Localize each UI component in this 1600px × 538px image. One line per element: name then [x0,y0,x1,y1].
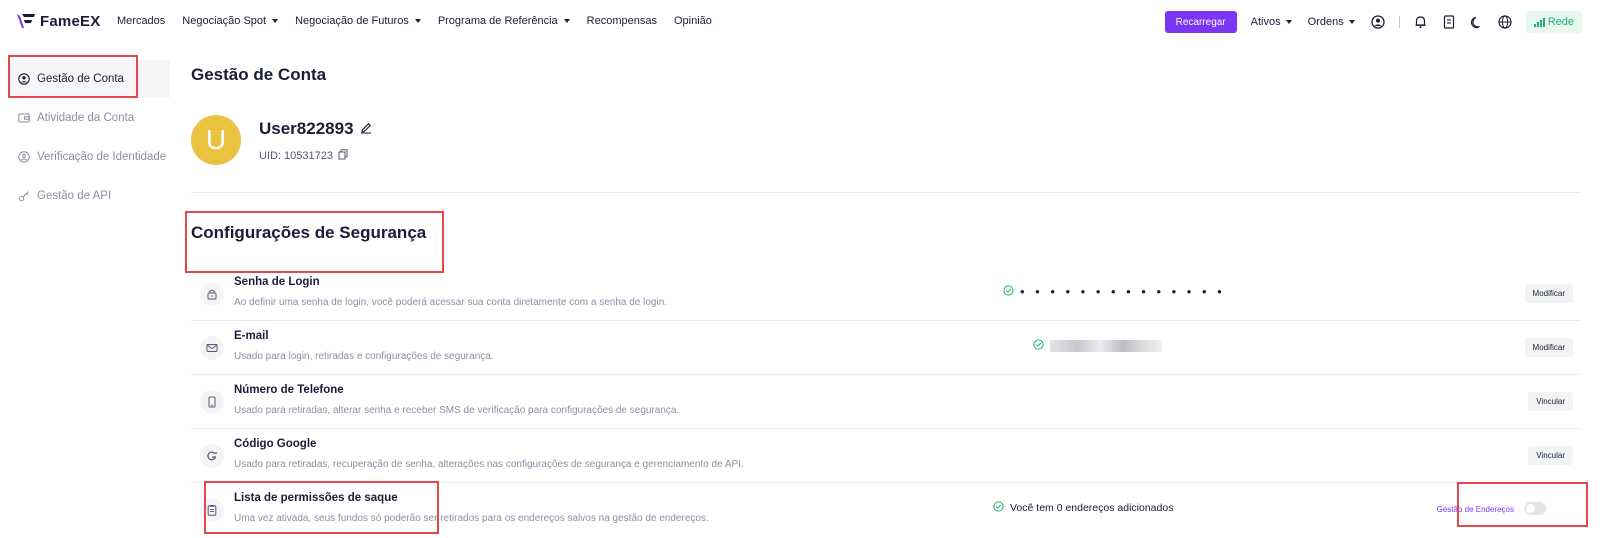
row-status: • • • • • • • • • • • • • • [1003,285,1225,299]
edit-icon[interactable] [360,119,372,139]
row-title: Senha de Login [234,276,320,288]
row-title: Lista de permissões de saque [234,492,398,504]
nav-label: Opinião [673,15,712,27]
bind-phone-button[interactable]: Vincular [1528,392,1573,411]
chevron-down-icon [1348,20,1355,24]
chevron-down-icon [414,19,421,23]
list-item-phone: Número de Telefone Usado para retiradas,… [191,375,1581,429]
logo[interactable]: FameEX [16,12,100,30]
orders-dropdown[interactable]: Ordens [1308,16,1355,28]
id-icon [18,151,30,163]
list-item-email: E-mail Usado para login, retiradas e con… [191,321,1581,375]
row-title: Número de Telefone [234,384,344,396]
google-icon [200,444,224,468]
row-title: Código Google [234,438,317,450]
sidebar-item-api-management[interactable]: Gestão de API [10,177,170,215]
username-text: User822893 [259,119,354,138]
main-menu: Mercados Negociação Spot Negociação de F… [117,15,712,27]
recharge-button[interactable]: Recarregar [1164,11,1237,33]
security-settings-list: Senha de Login Ao definir uma senha de l… [191,267,1581,537]
sidebar-item-label: Gestão de Conta [37,73,124,85]
nav-futures[interactable]: Negociação de Futuros [295,15,421,27]
nav-mercados[interactable]: Mercados [117,15,165,27]
avatar: U [191,115,241,165]
nav-referral[interactable]: Programa de Referência [438,15,570,27]
sidebar: Gestão de Conta Atividade da Conta Verif… [10,60,170,216]
network-label: Rede [1547,16,1574,28]
list-item-login-password: Senha de Login Ao definir uma senha de l… [191,267,1581,321]
document-icon[interactable] [1442,15,1456,29]
modify-email-button[interactable]: Modificar [1524,338,1573,357]
sidebar-item-account-management[interactable]: Gestão de Conta [10,60,170,98]
nav-spot[interactable]: Negociação Spot [182,15,279,27]
network-status-button[interactable]: Rede [1525,11,1582,33]
page-title: Gestão de Conta [191,65,327,84]
nav-label: Programa de Referência [437,15,558,27]
check-circle-icon [1003,285,1014,299]
nav-label: Mercados [117,15,166,27]
mail-icon [200,336,224,360]
row-description: Usado para retiradas, recuperação de sen… [234,459,744,470]
check-circle-icon [993,501,1004,515]
signal-icon [1533,17,1545,27]
nav-label: Negociação Spot [182,15,267,27]
sidebar-item-label: Atividade da Conta [37,112,135,124]
sidebar-item-label: Gestão de API [37,190,112,202]
row-status: Você tem 0 endereços adicionados [993,501,1173,515]
list-item-google-code: Código Google Usado para retiradas, recu… [191,429,1581,483]
orders-label: Ordens [1307,16,1344,28]
bind-google-button[interactable]: Vincular [1528,446,1573,465]
assets-label: Ativos [1250,16,1281,28]
bell-icon[interactable] [1414,15,1428,29]
clipboard-icon [200,498,224,522]
user-circle-icon [18,73,30,85]
assets-dropdown[interactable]: Ativos [1251,16,1292,28]
moon-icon[interactable] [1470,15,1484,29]
nav-right-actions: Recarregar Ativos Ordens Rede [1164,11,1582,33]
globe-icon[interactable] [1498,15,1512,29]
brand-name: FameEX [40,12,101,30]
copy-icon[interactable] [338,149,348,163]
row-description: Uma vez ativada, seus fundos só poderão … [234,513,709,524]
chevron-down-icon [272,19,279,23]
whitelist-toggle[interactable] [1524,502,1546,515]
masked-password: • • • • • • • • • • • • • • [1020,284,1226,299]
row-description: Usado para retiradas, alterar senha e re… [234,405,680,416]
check-circle-icon [1033,339,1044,353]
divider [1398,16,1400,28]
user-icon[interactable] [1371,15,1385,29]
fameex-logo-icon [17,14,35,28]
phone-icon [200,390,224,414]
nav-rewards[interactable]: Recompensas [587,15,657,27]
lock-icon [200,282,224,306]
row-status [1033,339,1162,353]
row-description: Ao definir uma senha de login, você pode… [234,297,668,308]
row-title: E-mail [234,330,269,342]
nav-label: Recompensas [586,15,657,27]
masked-email [1050,340,1162,352]
section-title-security: Configurações de Segurança [191,223,427,242]
nav-feedback[interactable]: Opinião [674,15,712,27]
key-icon [18,190,30,202]
nav-label: Negociação de Futuros [295,15,409,27]
username: User822893 [259,119,372,139]
section-divider [191,192,1581,193]
list-item-withdrawal-whitelist: Lista de permissões de saque Uma vez ati… [191,483,1581,537]
wallet-icon [18,112,30,124]
uid: UID: 10531723 [259,149,348,163]
sidebar-item-label: Verificação de Identidade [37,151,167,163]
row-description: Usado para login, retiradas e configuraç… [234,351,494,362]
address-count-text: Você tem 0 endereços adicionados [1010,502,1174,514]
modify-password-button[interactable]: Modificar [1524,284,1573,303]
sidebar-item-identity-verification[interactable]: Verificação de Identidade [10,138,170,176]
sidebar-item-account-activity[interactable]: Atividade da Conta [10,99,170,137]
chevron-down-icon [563,19,570,23]
chevron-down-icon [1285,20,1292,24]
top-navigation: FameEX Mercados Negociação Spot Negociaç… [0,0,1600,44]
uid-text: UID: 10531723 [259,150,333,162]
address-management-link[interactable]: Gestão de Endereços [1437,505,1514,514]
